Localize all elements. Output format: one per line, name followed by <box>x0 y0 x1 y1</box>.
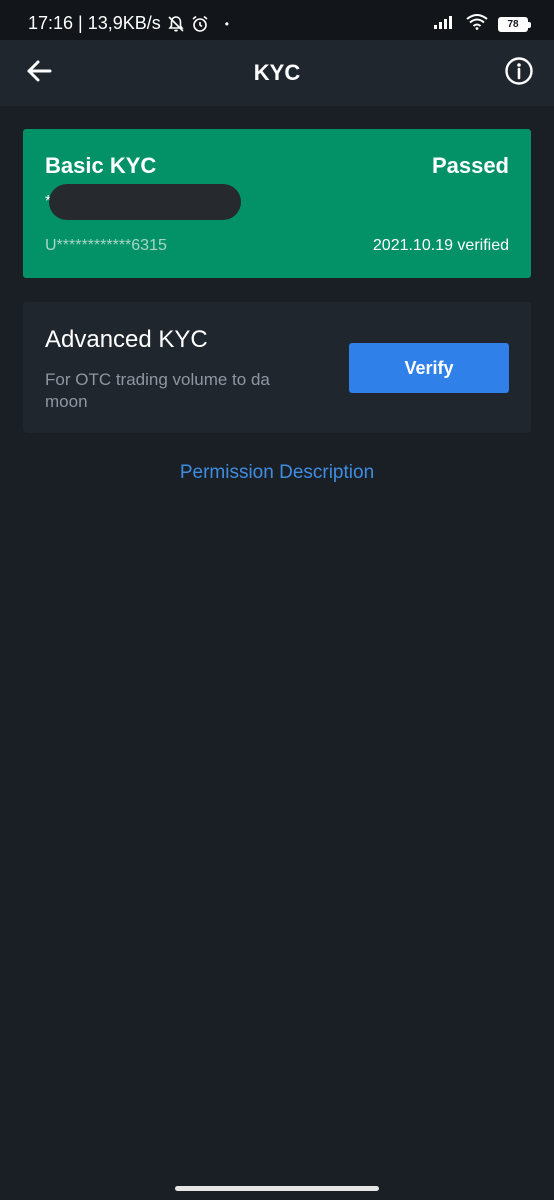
battery-icon: 78 <box>498 17 531 32</box>
advanced-kyc-description: For OTC trading volume to da moon <box>45 370 270 411</box>
status-right: 78 <box>434 14 531 35</box>
status-dot: • <box>224 16 229 31</box>
redacted-name-bar <box>49 184 242 220</box>
advanced-kyc-title: Advanced KYC <box>45 326 208 353</box>
user-id: U************6315 <box>45 237 167 254</box>
info-button[interactable] <box>504 56 534 91</box>
status-bar: 17:16 | 13,9KB/s • 78 <box>0 0 554 40</box>
basic-kyc-status: Passed <box>431 153 509 178</box>
page-title: KYC <box>253 60 301 85</box>
app-bar: KYC <box>0 40 554 106</box>
status-time-speed: 17:16 | 13,9KB/s <box>28 13 161 33</box>
verify-button[interactable]: Verify <box>349 343 509 393</box>
masked-name: * <box>45 184 242 220</box>
basic-kyc-card: Basic KYC Passed * U************6315 202… <box>23 129 531 278</box>
wifi-icon <box>466 14 488 35</box>
alarm-clock-icon <box>191 15 209 33</box>
info-icon <box>504 56 534 91</box>
advanced-kyc-card: Advanced KYC For OTC trading volume to d… <box>23 302 531 433</box>
home-indicator[interactable] <box>175 1186 379 1191</box>
bell-off-icon <box>167 15 185 33</box>
basic-kyc-title: Basic KYC <box>45 153 157 178</box>
verified-date: 2021.10.19 verified <box>372 237 509 254</box>
signal-icon <box>434 15 456 34</box>
status-left: 17:16 | 13,9KB/s • <box>28 13 229 34</box>
permission-description-link[interactable]: Permission Description <box>0 462 554 484</box>
